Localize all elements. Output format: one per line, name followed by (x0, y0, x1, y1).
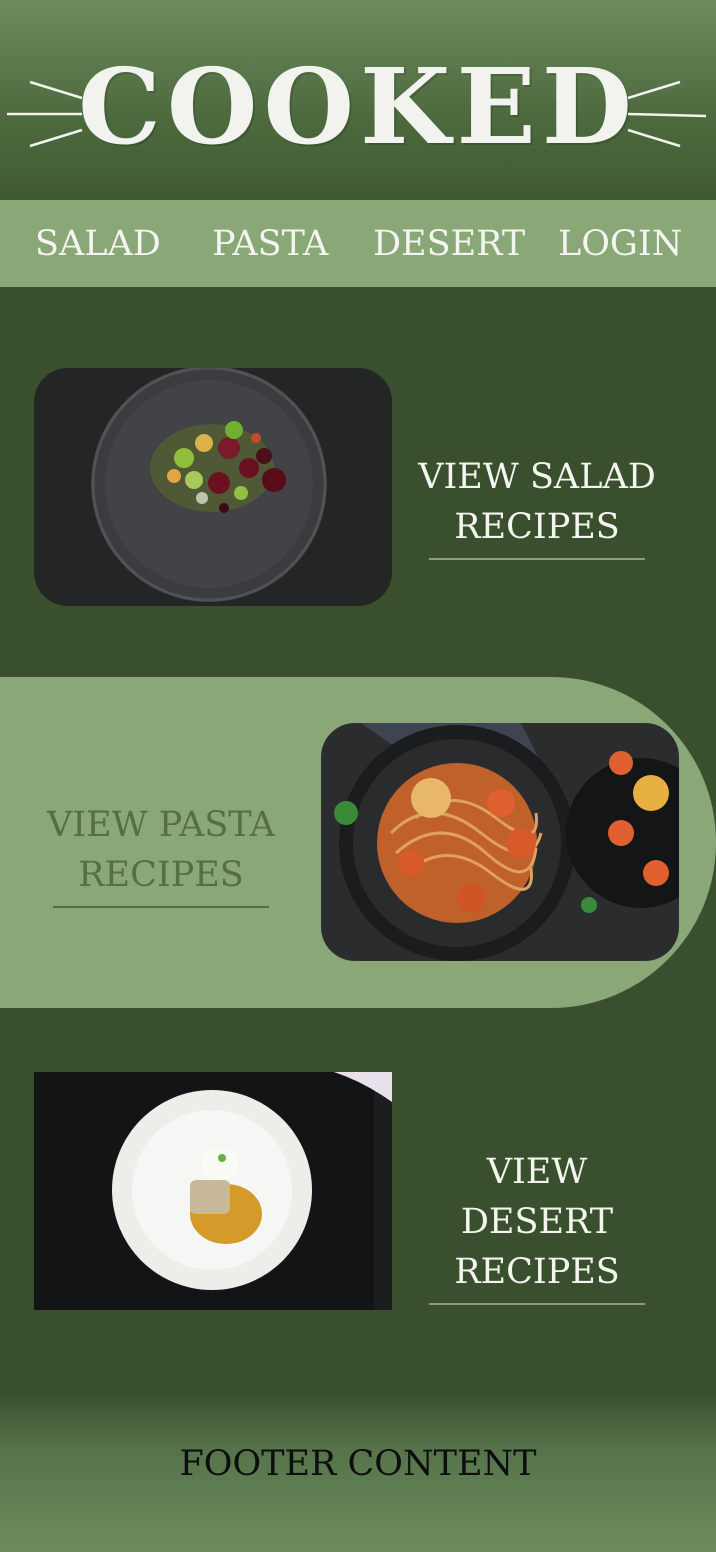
logo-rays-right-icon (627, 80, 707, 148)
nav-item-pasta[interactable]: PASTA (212, 222, 328, 266)
cta-pasta-underline (53, 906, 269, 908)
salad-image[interactable] (34, 368, 392, 606)
footer-content: FOOTER CONTENT (179, 1444, 537, 1484)
cta-pasta-line1: VIEW PASTA (46, 805, 276, 845)
main-nav: SALAD PASTA DESERT LOGIN (0, 200, 716, 287)
site-logo[interactable]: COOKED (0, 42, 716, 172)
cta-salad-line2: RECIPES (454, 507, 620, 547)
site-footer: FOOTER CONTENT (0, 1392, 716, 1552)
nav-item-salad[interactable]: SALAD (35, 222, 161, 266)
cta-desert-line1: VIEW DESERT (460, 1152, 614, 1242)
cta-desert-underline (429, 1303, 645, 1305)
nav-item-desert[interactable]: DESERT (373, 222, 525, 266)
cta-salad-line1: VIEW SALAD (418, 457, 656, 497)
site-header: COOKED (0, 0, 716, 200)
cta-desert-line2: RECIPES (454, 1252, 620, 1292)
cta-pasta-line2: RECIPES (78, 855, 244, 895)
nav-item-login[interactable]: LOGIN (558, 222, 682, 266)
view-pasta-recipes-link[interactable]: VIEW PASTA RECIPES (38, 800, 284, 908)
view-salad-recipes-link[interactable]: VIEW SALAD RECIPES (414, 452, 660, 560)
desert-image[interactable] (34, 1072, 392, 1310)
view-desert-recipes-link[interactable]: VIEW DESERT RECIPES (406, 1147, 668, 1305)
cta-salad-underline (429, 558, 645, 560)
pasta-image[interactable] (321, 723, 679, 961)
